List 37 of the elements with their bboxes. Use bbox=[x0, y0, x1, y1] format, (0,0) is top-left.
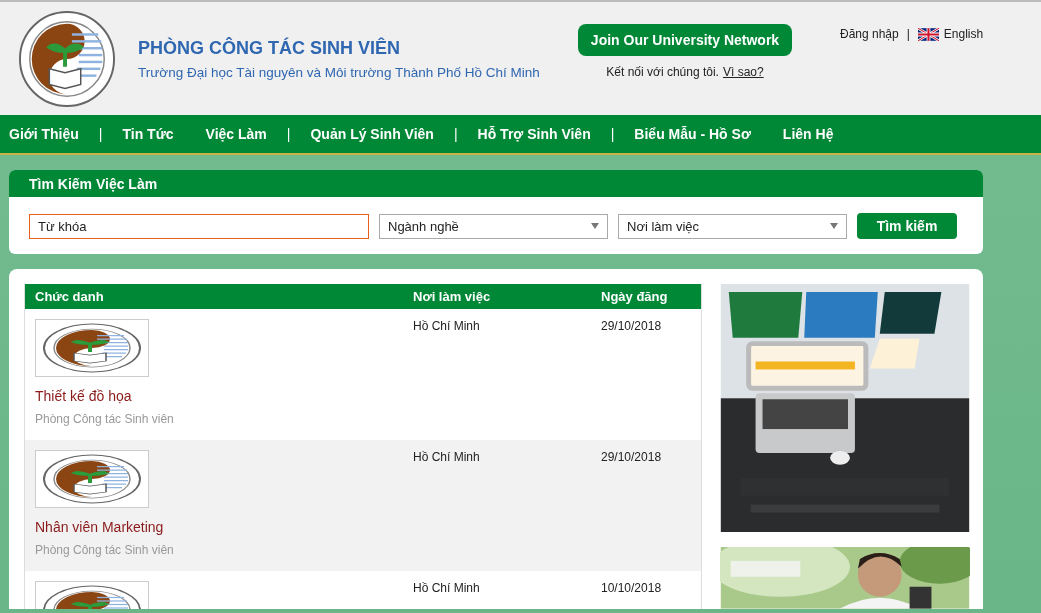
location-cell-text: Hồ Chí Minh bbox=[413, 450, 481, 466]
job-title-link[interactable]: Thiết kế đồ họa bbox=[35, 388, 132, 404]
login-link[interactable]: Đăng nhập bbox=[840, 27, 899, 41]
dropdown[interactable]: Nơi làm việc bbox=[618, 213, 847, 239]
nav-link[interactable]: Liên Hệ bbox=[782, 126, 834, 142]
column-header: Chức danh bbox=[35, 289, 105, 304]
connect-text: Kết nối với chúng tôi. bbox=[606, 65, 719, 79]
nav-link[interactable]: Tin Tức bbox=[122, 126, 174, 142]
language-link[interactable]: English bbox=[943, 27, 984, 41]
job-title-link[interactable]: Nhân viên Marketing bbox=[35, 519, 164, 535]
column-header: Nơi làm việc bbox=[413, 289, 492, 304]
search-button[interactable]: Tìm kiếm bbox=[857, 213, 957, 239]
column-header: Ngày đăng bbox=[601, 289, 669, 304]
search-card-title: Tìm Kiếm Việc Làm bbox=[9, 170, 983, 197]
nav-link[interactable]: Việc Làm bbox=[205, 126, 267, 142]
dropdown[interactable]: Ngành nghề bbox=[379, 213, 608, 239]
separator: | bbox=[906, 27, 910, 41]
location-cell-text: Hồ Chí Minh bbox=[413, 581, 481, 597]
nav-separator: | bbox=[98, 126, 103, 142]
join-network-button[interactable]: Join Our University Network bbox=[578, 24, 792, 56]
date-cell-text: 29/10/2018 bbox=[601, 319, 663, 335]
why-link[interactable]: Vì sao? bbox=[722, 65, 764, 79]
keyword-field[interactable]: Từ khóa bbox=[29, 213, 369, 239]
nav-separator: | bbox=[610, 126, 615, 142]
nav-link[interactable]: Quản Lý Sinh Viên bbox=[310, 126, 434, 142]
company-name: Phòng Công tác Sinh viên bbox=[35, 412, 174, 426]
nav-link[interactable]: Hỗ Trợ Sinh Viên bbox=[477, 126, 591, 142]
nav-link[interactable]: Giới Thiệu bbox=[9, 126, 79, 142]
nav-separator: | bbox=[286, 126, 291, 142]
nav-link[interactable]: Biểu Mẫu - Hồ Sơ bbox=[634, 126, 751, 142]
date-cell-text: 29/10/2018 bbox=[601, 450, 663, 466]
site-subtitle: Trường Đại học Tài nguyên và Môi trường Thành Phố Hồ Chí Minh bbox=[138, 64, 541, 80]
company-name: Phòng Công tác Sinh viên bbox=[35, 543, 174, 557]
location-cell-text: Hồ Chí Minh bbox=[413, 319, 481, 335]
nav-separator: | bbox=[453, 126, 458, 142]
site-title: PHÒNG CÔNG TÁC SINH VIÊN bbox=[138, 37, 402, 59]
date-cell-text: 10/10/2018 bbox=[601, 581, 663, 597]
